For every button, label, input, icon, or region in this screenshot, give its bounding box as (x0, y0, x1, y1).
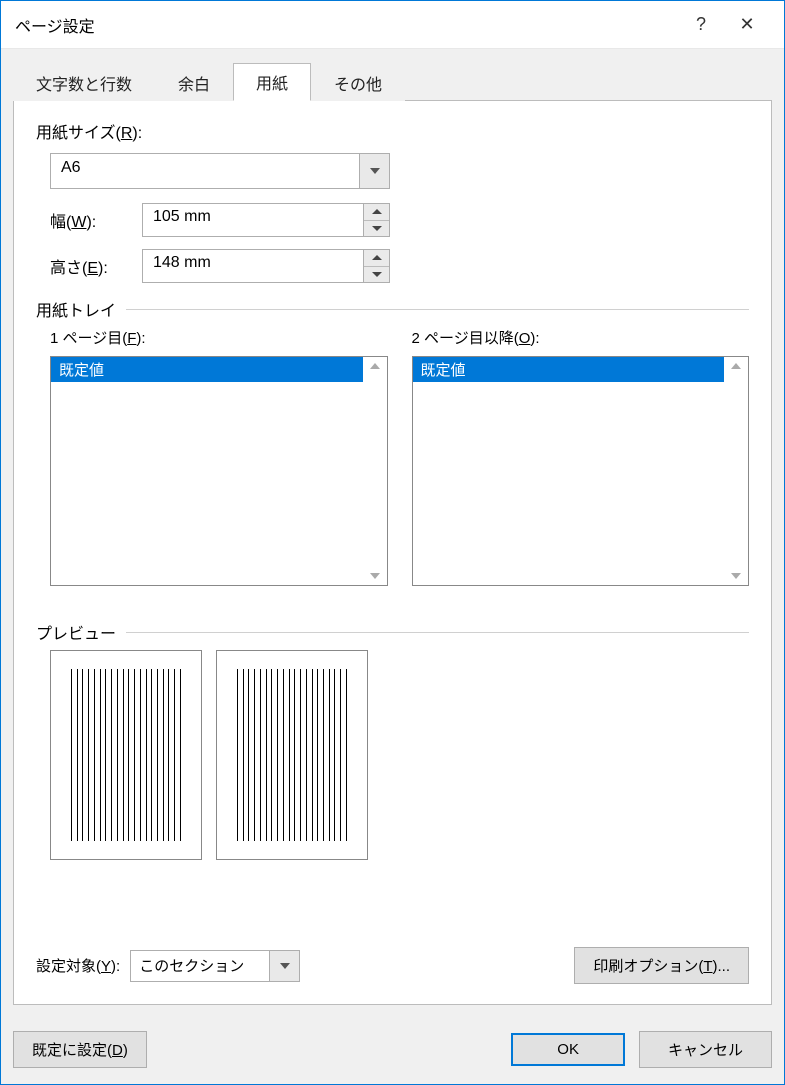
triangle-up-icon (372, 209, 382, 214)
list-item[interactable]: 既定値 (51, 357, 363, 382)
tabstrip: 文字数と行数 余白 用紙 その他 (13, 64, 772, 100)
preview-page-2 (216, 650, 368, 860)
width-spin-down[interactable] (364, 221, 389, 237)
titlebar: ページ設定 ? ✕ (1, 1, 784, 49)
first-page-listbox[interactable]: 既定値 (50, 356, 388, 586)
tabpage-paper: 用紙サイズ(R): A6 幅(W): 105 mm (13, 100, 772, 1005)
tab-paper[interactable]: 用紙 (233, 63, 311, 101)
chevron-up-icon (731, 363, 741, 369)
height-label: 高さ(E): (50, 254, 130, 278)
width-spinner[interactable]: 105 mm (142, 203, 390, 237)
paper-tray-group: 用紙トレイ 1 ページ目(F): 既定値 (36, 297, 749, 586)
other-pages-listbox[interactable]: 既定値 (412, 356, 750, 586)
paper-size-value: A6 (51, 154, 359, 188)
scrollbar[interactable] (363, 357, 387, 585)
dialog-buttons: 既定に設定(D) OK キャンセル (1, 1017, 784, 1084)
triangle-down-icon (372, 272, 382, 277)
preview-label: プレビュー (36, 620, 116, 644)
tab-other[interactable]: その他 (311, 64, 405, 101)
apply-to-value: このセクション (131, 951, 269, 981)
apply-to-dropdown-button[interactable] (269, 951, 299, 981)
list-item[interactable]: 既定値 (413, 357, 725, 382)
chevron-down-icon (280, 963, 290, 969)
paper-size-label: 用紙サイズ(R): (36, 119, 749, 143)
apply-to-dropdown[interactable]: このセクション (130, 950, 300, 982)
paper-size-dropdown[interactable]: A6 (50, 153, 390, 189)
page-lines-icon (237, 669, 347, 841)
chevron-down-icon (731, 573, 741, 579)
width-value[interactable]: 105 mm (143, 204, 363, 236)
chevron-up-icon (370, 363, 380, 369)
other-pages-label: 2 ページ目以降(O): (412, 327, 750, 348)
close-button[interactable]: ✕ (724, 14, 770, 35)
apply-to-label: 設定対象(Y): (36, 955, 120, 976)
height-spin-up[interactable] (364, 250, 389, 267)
ok-button[interactable]: OK (511, 1033, 625, 1066)
help-button[interactable]: ? (678, 14, 724, 35)
paper-size-dropdown-button[interactable] (359, 154, 389, 188)
preview-group: プレビュー (36, 620, 749, 860)
scrollbar[interactable] (724, 357, 748, 585)
height-spinner[interactable]: 148 mm (142, 249, 390, 283)
dialog-title: ページ設定 (15, 13, 678, 37)
set-default-button[interactable]: 既定に設定(D) (13, 1031, 147, 1068)
divider (126, 632, 749, 633)
print-options-button[interactable]: 印刷オプション(T)... (574, 947, 749, 984)
triangle-up-icon (372, 255, 382, 260)
page-lines-icon (71, 669, 181, 841)
triangle-down-icon (372, 226, 382, 231)
height-value[interactable]: 148 mm (143, 250, 363, 282)
content-area: 文字数と行数 余白 用紙 その他 用紙サイズ(R): A6 幅(W): (1, 49, 784, 1017)
chevron-down-icon (370, 168, 380, 174)
preview-page-1 (50, 650, 202, 860)
paper-tray-label: 用紙トレイ (36, 297, 116, 321)
first-page-label: 1 ページ目(F): (50, 327, 388, 348)
cancel-button[interactable]: キャンセル (639, 1031, 772, 1068)
tab-margins[interactable]: 余白 (155, 64, 233, 101)
tab-chars-lines[interactable]: 文字数と行数 (13, 64, 155, 101)
paper-size-group: 用紙サイズ(R): A6 幅(W): 105 mm (36, 119, 749, 283)
height-spin-down[interactable] (364, 267, 389, 283)
width-spin-up[interactable] (364, 204, 389, 221)
width-label: 幅(W): (50, 208, 130, 232)
apply-row: 設定対象(Y): このセクション 印刷オプション(T)... (36, 947, 749, 984)
divider (126, 309, 749, 310)
chevron-down-icon (370, 573, 380, 579)
